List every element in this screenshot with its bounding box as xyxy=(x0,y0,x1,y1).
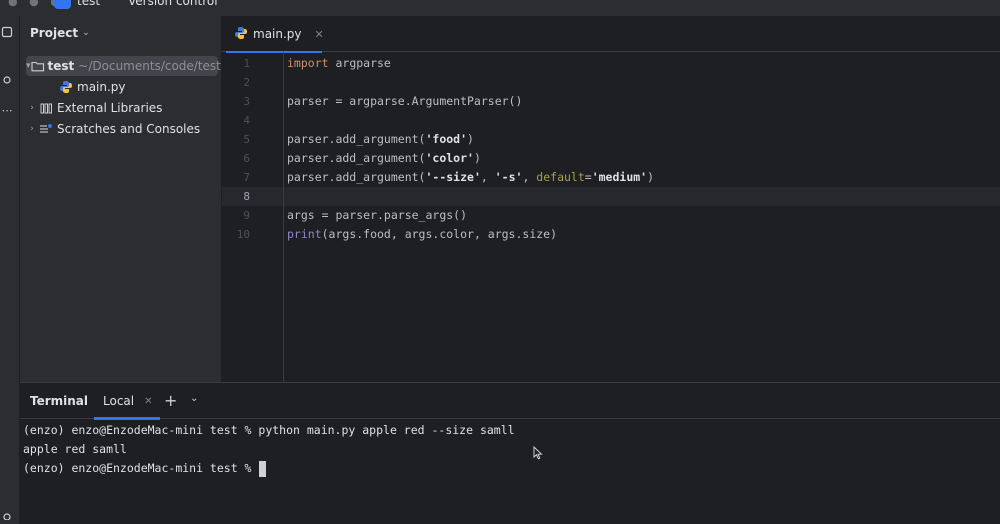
terminal-panel: Terminal Local ✕ + ⌄ (enzo) enzo@EnzodeM… xyxy=(20,382,1000,524)
python-file-icon xyxy=(58,80,74,94)
terminal-line: (enzo) enzo@EnzodeMac-mini test % python… xyxy=(23,423,515,437)
code-token: '-s' xyxy=(494,170,523,184)
terminal-prompt: (enzo) enzo@EnzodeMac-mini test % xyxy=(23,461,259,475)
line-number: 4 xyxy=(243,114,250,127)
line-number: 3 xyxy=(243,95,250,108)
line-number-gutter: 1 2 3 4 5 6 7 8 9 10 xyxy=(222,52,284,382)
code-line[interactable] xyxy=(287,111,1000,130)
code-token: 'medium' xyxy=(591,170,648,184)
project-panel: Project ⌄ ▾ test ~/Documents/code/test m… xyxy=(20,16,222,382)
close-icon[interactable]: ✕ xyxy=(315,28,324,41)
code-token: = xyxy=(584,170,592,184)
tool-window-strip: ⋯ xyxy=(0,16,20,524)
close-icon[interactable]: ✕ xyxy=(144,396,152,407)
code-token: , xyxy=(480,170,495,184)
title-bar: ● ● ● test Version control xyxy=(0,0,1000,16)
services-tool-icon[interactable] xyxy=(0,508,14,522)
library-icon xyxy=(38,102,54,114)
code-line[interactable]: parser.add_argument('food') xyxy=(287,130,1000,149)
line-number: 9 xyxy=(243,209,250,222)
code-token: args = parser.parse_args() xyxy=(287,208,468,222)
code-editor: main.py ✕ 1 2 3 4 5 6 7 8 9 10 import argparse par… xyxy=(222,16,1000,382)
more-tools-icon[interactable]: ⋯ xyxy=(0,104,14,118)
editor-tab-bar: main.py ✕ xyxy=(222,16,1000,53)
code-token: ) xyxy=(473,151,481,165)
line-number: 1 xyxy=(243,57,250,70)
line-number: 5 xyxy=(243,133,250,146)
tree-item-label: main.py xyxy=(77,80,126,94)
code-line[interactable]: print(args.food, args.color, args.size) xyxy=(287,225,1000,244)
code-token: print xyxy=(287,227,322,241)
code-line[interactable] xyxy=(287,187,1000,206)
code-token: parser.add_argument( xyxy=(287,170,426,184)
terminal-cursor xyxy=(259,460,267,477)
mouse-pointer-icon xyxy=(533,446,543,460)
scratches-icon xyxy=(38,123,54,135)
terminal-line: apple red samll xyxy=(23,442,127,456)
vcs-widget[interactable]: Version control xyxy=(128,0,218,8)
terminal-prompt-line[interactable]: (enzo) enzo@EnzodeMac-mini test % xyxy=(23,459,267,478)
project-panel-header[interactable]: Project ⌄ xyxy=(30,26,90,40)
code-token: '--size' xyxy=(425,170,481,184)
tree-item-label: External Libraries xyxy=(57,101,163,115)
line-number: 10 xyxy=(236,228,250,241)
code-token: import xyxy=(287,56,329,70)
folder-icon xyxy=(30,60,45,72)
code-line[interactable] xyxy=(287,73,1000,92)
chevron-right-icon[interactable]: › xyxy=(26,103,38,113)
code-token: (args.food, args.color, args.size) xyxy=(321,227,558,241)
editor-tab-main-py[interactable]: main.py ✕ xyxy=(226,16,324,53)
tab-label: Local xyxy=(103,394,135,408)
tree-item-path: ~/Documents/code/test xyxy=(78,59,221,73)
terminal-tab-local[interactable]: Local ✕ xyxy=(94,383,160,420)
code-line[interactable]: parser.add_argument('--size', '-s', defa… xyxy=(287,168,1000,187)
project-panel-title: Project xyxy=(30,26,79,40)
code-line[interactable]: args = parser.parse_args() xyxy=(287,206,1000,225)
line-number: 2 xyxy=(243,76,250,89)
commit-tool-icon[interactable] xyxy=(0,74,14,88)
line-number: 7 xyxy=(243,171,250,184)
code-token: parser.add_argument( xyxy=(287,151,426,165)
chevron-down-icon[interactable]: ⌄ xyxy=(190,393,198,404)
code-line[interactable]: import argparse xyxy=(287,54,1000,73)
code-token: 'food' xyxy=(425,132,468,146)
tree-item-test-folder[interactable]: ▾ test ~/Documents/code/test xyxy=(26,56,221,76)
line-number: 8 xyxy=(243,190,250,203)
new-terminal-plus-icon[interactable]: + xyxy=(164,391,177,410)
project-switcher[interactable]: test xyxy=(77,0,100,8)
code-token: default xyxy=(536,170,585,184)
line-number: 6 xyxy=(243,152,250,165)
code-line[interactable]: parser = argparse.ArgumentParser() xyxy=(287,92,1000,111)
code-line[interactable]: parser.add_argument('color') xyxy=(287,149,1000,168)
project-badge-icon[interactable] xyxy=(54,0,71,9)
code-area[interactable]: import argparse parser = argparse.Argumen… xyxy=(284,52,1000,382)
tree-item-scratches-and-consoles[interactable]: › Scratches and Consoles xyxy=(26,119,218,139)
tree-item-label: test xyxy=(47,59,75,73)
code-token: 'color' xyxy=(425,151,474,165)
tree-item-label: Scratches and Consoles xyxy=(57,122,201,136)
chevron-right-icon[interactable]: › xyxy=(26,124,38,134)
python-file-icon xyxy=(234,26,248,43)
code-token: parser.add_argument( xyxy=(287,132,426,146)
code-token: parser = argparse.ArgumentParser() xyxy=(287,94,523,108)
code-token: argparse xyxy=(328,56,391,70)
terminal-header: Terminal Local ✕ + ⌄ xyxy=(20,383,1000,420)
active-tab-indicator xyxy=(94,417,160,420)
tab-label: main.py xyxy=(253,27,302,41)
code-token: ) xyxy=(647,170,655,184)
code-token: , xyxy=(522,170,537,184)
project-tool-icon[interactable] xyxy=(0,26,14,40)
code-token: ) xyxy=(467,132,474,146)
chevron-down-icon[interactable]: ⌄ xyxy=(82,28,90,38)
tree-item-main-py[interactable]: main.py xyxy=(26,77,218,97)
terminal-title: Terminal xyxy=(30,394,89,408)
tree-item-external-libraries[interactable]: › External Libraries xyxy=(26,98,218,118)
